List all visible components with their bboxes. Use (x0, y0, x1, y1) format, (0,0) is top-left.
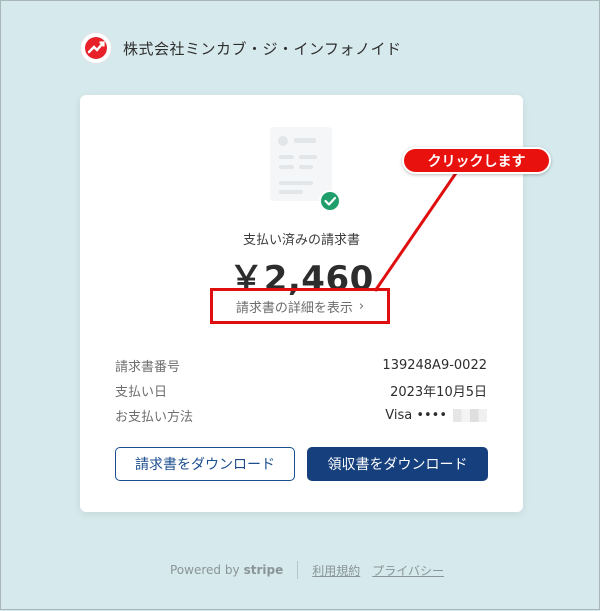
chevron-right-icon: › (358, 298, 365, 314)
download-receipt-button[interactable]: 領収書をダウンロード (307, 447, 488, 481)
masked-card-number (453, 409, 487, 422)
terms-link[interactable]: 利用規約 (312, 562, 360, 579)
minkabu-logo-icon (81, 33, 111, 63)
powered-by-text: Powered by (170, 563, 240, 577)
stripe-logo[interactable]: stripe (244, 563, 284, 577)
detail-row-payment-method: お支払い方法 Visa •••• (115, 403, 487, 428)
detail-row-payment-date: 支払い日 2023年10月5日 (115, 378, 487, 403)
card-brand-text: Visa •••• (385, 408, 447, 423)
footer: Powered by stripe 利用規約 プライバシー (170, 561, 456, 579)
detail-row-invoice-number: 請求書番号 139248A9-0022 (115, 353, 487, 378)
download-invoice-button[interactable]: 請求書をダウンロード (115, 447, 295, 481)
header: 株式会社ミンカブ・ジ・インフォノイド (81, 33, 402, 63)
payment-date-value: 2023年10月5日 (390, 385, 487, 400)
payment-date-label: 支払い日 (115, 385, 168, 400)
invoice-details: 請求書番号 139248A9-0022 支払い日 2023年10月5日 お支払い… (115, 353, 487, 428)
invoice-number-label: 請求書番号 (115, 360, 181, 375)
payment-method-label: お支払い方法 (115, 410, 194, 425)
company-name: 株式会社ミンカブ・ジ・インフォノイド (123, 39, 402, 58)
click-callout-badge: クリックします (402, 147, 551, 174)
invoice-number-value: 139248A9-0022 (382, 358, 487, 373)
check-icon (321, 192, 339, 210)
payment-method-value: Visa •••• (385, 408, 487, 423)
footer-divider (297, 561, 299, 579)
invoice-document-icon (270, 127, 341, 212)
view-invoice-details-link[interactable]: 請求書の詳細を表示 › (210, 288, 390, 324)
view-invoice-details-label: 請求書の詳細を表示 (235, 300, 353, 316)
paid-invoice-label: 支払い済みの請求書 (242, 233, 360, 248)
privacy-link[interactable]: プライバシー (372, 562, 444, 579)
